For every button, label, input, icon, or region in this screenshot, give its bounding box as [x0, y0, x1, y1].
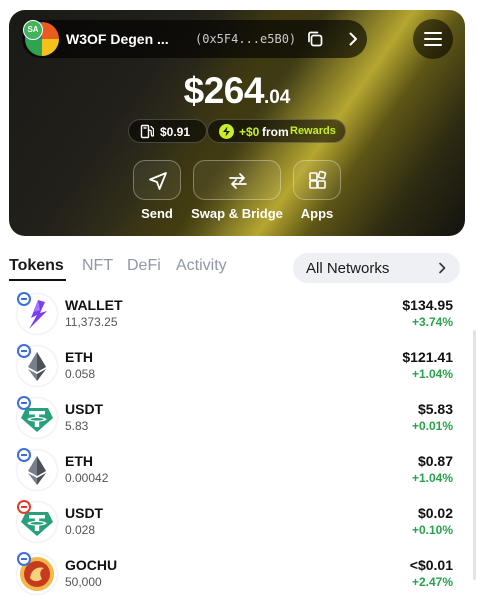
token-change: +3.74% [411, 315, 453, 329]
rewards-from-label: from [262, 125, 289, 139]
token-value: $0.87 [417, 453, 453, 469]
tab-nft[interactable]: NFT [82, 257, 113, 275]
token-symbol: WALLET [65, 297, 123, 313]
send-icon [149, 172, 167, 190]
token-change: +0.10% [411, 523, 453, 537]
account-name: W3OF Degen ... [66, 31, 169, 47]
token-amount: 0.00042 [65, 471, 109, 485]
token-row[interactable]: GOCHU 50,000 <$0.01 +2.47% [0, 552, 477, 596]
fuel-icon [140, 124, 154, 139]
send-label: Send [141, 206, 173, 221]
chevron-right-icon[interactable] [344, 30, 362, 48]
token-amount: 5.83 [65, 419, 89, 433]
token-amount: 0.028 [65, 523, 96, 537]
send-button[interactable] [133, 160, 181, 200]
apps-icon [309, 170, 327, 189]
chain-badge-icon [17, 344, 31, 358]
token-change: +1.04% [411, 367, 453, 381]
account-badge: SA [23, 20, 43, 40]
chain-badge-icon [17, 552, 31, 566]
balance-decimal: .04 [263, 87, 291, 108]
rewards-amount: +$0 [239, 125, 260, 139]
token-row[interactable]: ETH 0.058 $121.41 +1.04% [0, 344, 477, 398]
chain-badge-icon [17, 396, 31, 410]
list-scrollbar[interactable] [473, 330, 476, 580]
gas-amount: $0.91 [160, 125, 191, 139]
copy-icon[interactable] [305, 29, 325, 49]
token-symbol: ETH [65, 349, 93, 365]
token-symbol: GOCHU [65, 557, 118, 573]
token-row[interactable]: ETH 0.00042 $0.87 +1.04% [0, 448, 477, 502]
chain-badge-icon [17, 292, 31, 306]
token-value: $5.83 [417, 401, 453, 417]
token-amount: 0.058 [65, 367, 96, 381]
balance-integer: $264 [183, 70, 265, 111]
token-symbol: USDT [65, 401, 104, 417]
token-symbol: ETH [65, 453, 93, 469]
tab-tokens[interactable]: Tokens [9, 257, 64, 275]
tab-defi[interactable]: DeFi [127, 257, 161, 275]
swap-icon [229, 173, 247, 189]
network-filter-label: All Networks [306, 260, 390, 277]
menu-icon [424, 32, 442, 46]
token-row[interactable]: USDT 5.83 $5.83 +0.01% [0, 396, 477, 450]
gas-tank-pill[interactable]: $0.91 [128, 119, 207, 143]
token-change: +2.47% [411, 575, 453, 589]
token-amount: 50,000 [65, 575, 102, 589]
account-selector[interactable]: SA W3OF Degen ... (0x5F4...e5B0) [22, 20, 367, 58]
token-row[interactable]: WALLET 11,373.25 $134.95 +3.74% [0, 292, 477, 346]
token-value: $121.41 [402, 349, 453, 365]
apps-button[interactable] [293, 160, 341, 200]
rewards-icon [219, 124, 234, 139]
token-row[interactable]: USDT 0.028 $0.02 +0.10% [0, 500, 477, 554]
tab-activity[interactable]: Activity [176, 257, 227, 275]
swap-bridge-button[interactable] [193, 160, 281, 200]
active-tab-indicator [9, 279, 66, 281]
token-change: +1.04% [411, 471, 453, 485]
total-balance: $264.04 [9, 70, 465, 112]
token-symbol: USDT [65, 505, 104, 521]
rewards-name: Rewards [290, 125, 336, 137]
token-value: $134.95 [402, 297, 453, 313]
token-value: $0.02 [417, 505, 453, 521]
swap-bridge-label: Swap & Bridge [191, 206, 283, 221]
token-amount: 11,373.25 [65, 315, 118, 329]
token-change: +0.01% [411, 419, 453, 433]
network-filter-button[interactable]: All Networks [293, 253, 460, 283]
token-value: <$0.01 [409, 557, 453, 573]
chevron-right-icon [439, 262, 446, 274]
account-header-card: SA W3OF Degen ... (0x5F4...e5B0) $264.04… [9, 10, 465, 236]
rewards-pill[interactable]: +$0 from Rewards [207, 119, 346, 143]
apps-label: Apps [300, 206, 334, 221]
chain-badge-icon [17, 448, 31, 462]
account-address: (0x5F4...e5B0) [195, 32, 297, 46]
chain-badge-icon [17, 500, 31, 514]
menu-button[interactable] [413, 19, 453, 59]
